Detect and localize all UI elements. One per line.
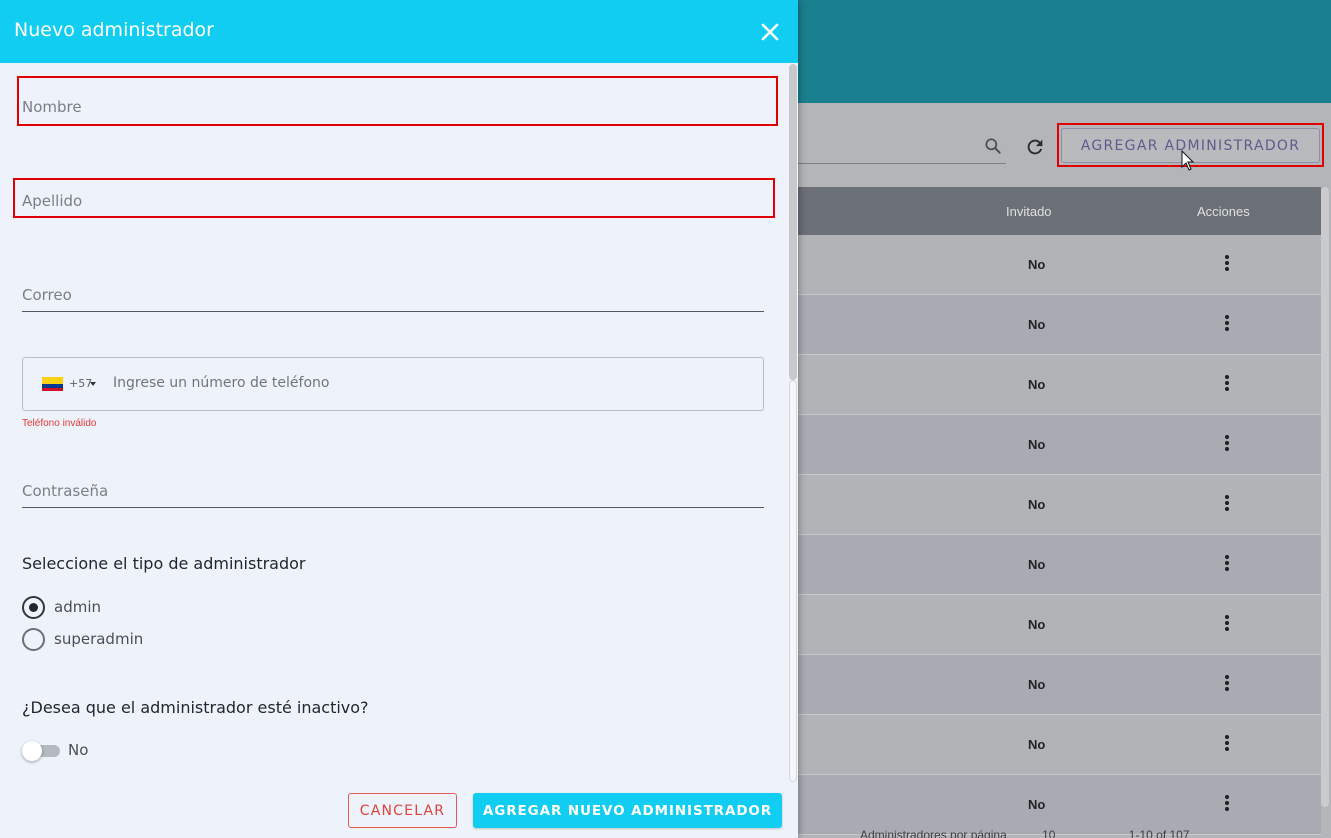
nombre-field[interactable]: Nombre — [22, 80, 764, 124]
dialog-title: Nuevo administrador — [14, 19, 214, 41]
cell-invitado: No — [1028, 497, 1046, 512]
pagination-range: 1-10 of 107 — [1128, 828, 1190, 838]
more-vert-icon[interactable] — [1222, 615, 1232, 635]
password-label: Contraseña — [22, 482, 109, 500]
cell-invitado: No — [1028, 437, 1046, 452]
phone-field[interactable]: +57 — [22, 357, 764, 411]
cell-invitado: No — [1028, 797, 1046, 812]
more-vert-icon[interactable] — [1222, 375, 1232, 395]
radio-superadmin[interactable]: superadmin — [22, 627, 143, 651]
column-header-invitado: Invitado — [1006, 204, 1052, 219]
table-row[interactable]: No — [798, 355, 1321, 415]
inactive-toggle[interactable] — [22, 740, 62, 762]
more-vert-icon[interactable] — [1222, 735, 1232, 755]
phone-input[interactable] — [113, 375, 713, 391]
chevron-down-icon[interactable] — [90, 382, 96, 386]
cell-invitado: No — [1028, 257, 1046, 272]
radio-admin[interactable]: admin — [22, 595, 101, 619]
more-vert-icon[interactable] — [1222, 555, 1232, 575]
search-icon[interactable] — [983, 136, 1003, 156]
radio-unchecked-icon[interactable] — [22, 627, 45, 651]
table-row[interactable]: No — [798, 415, 1321, 475]
refresh-icon[interactable] — [1024, 136, 1046, 158]
table-body: No No No No No No No No No No — [798, 235, 1321, 835]
password-field[interactable]: Contraseña — [22, 476, 764, 508]
more-vert-icon[interactable] — [1222, 255, 1232, 275]
table-pagination: Administradores por página 10 1-10 of 10… — [860, 828, 1190, 838]
cell-invitado: No — [1028, 377, 1046, 392]
table-row[interactable]: No — [798, 235, 1321, 295]
table-row[interactable]: No — [798, 295, 1321, 355]
phone-error-message: Teléfono inválido — [22, 418, 97, 429]
dial-code[interactable]: +57 — [69, 377, 92, 390]
more-vert-icon[interactable] — [1222, 795, 1232, 815]
table-row[interactable]: No — [798, 535, 1321, 595]
cell-invitado: No — [1028, 737, 1046, 752]
table-row[interactable]: No — [798, 655, 1321, 715]
new-admin-dialog: Nuevo administrador Nombre Apellido Corr… — [0, 0, 798, 838]
table-row[interactable]: No — [798, 595, 1321, 655]
dialog-header: Nuevo administrador — [0, 0, 798, 63]
password-underline — [22, 507, 764, 508]
correo-label: Correo — [22, 286, 72, 304]
table-scrollbar[interactable] — [1321, 187, 1329, 807]
cell-invitado: No — [1028, 557, 1046, 572]
admin-type-title: Seleccione el tipo de administrador — [22, 554, 306, 573]
inactive-question: ¿Desea que el administrador esté inactiv… — [22, 698, 369, 717]
add-new-admin-button[interactable]: AGREGAR NUEVO ADMINISTRADOR — [473, 793, 782, 828]
rows-per-page-select[interactable]: 10 — [1042, 828, 1055, 838]
radio-admin-label: admin — [54, 598, 101, 616]
colombia-flag-icon[interactable] — [42, 377, 63, 391]
cell-invitado: No — [1028, 677, 1046, 692]
more-vert-icon[interactable] — [1222, 315, 1232, 335]
dialog-scrollbar-track[interactable] — [789, 380, 797, 782]
radio-superadmin-label: superadmin — [54, 630, 144, 648]
correo-underline — [22, 311, 764, 312]
radio-checked-icon[interactable] — [22, 595, 45, 619]
cancel-button[interactable]: CANCELAR — [348, 793, 457, 828]
close-icon[interactable] — [758, 20, 782, 44]
more-vert-icon[interactable] — [1222, 495, 1232, 515]
correo-field[interactable]: Correo — [22, 280, 764, 312]
column-header-acciones: Acciones — [1197, 204, 1250, 219]
cell-invitado: No — [1028, 617, 1046, 632]
nombre-label: Nombre — [22, 98, 82, 116]
table-row[interactable]: No — [798, 475, 1321, 535]
table-row[interactable]: No — [798, 775, 1321, 835]
rows-per-page-label: Administradores por página — [860, 828, 1007, 838]
table-row[interactable]: No — [798, 715, 1321, 775]
more-vert-icon[interactable] — [1222, 675, 1232, 695]
inactive-toggle-label: No — [68, 741, 89, 759]
apellido-label: Apellido — [22, 192, 83, 210]
search-input[interactable] — [798, 163, 1006, 164]
dialog-scrollbar-thumb[interactable] — [789, 64, 797, 380]
apellido-field[interactable]: Apellido — [22, 180, 764, 218]
cell-invitado: No — [1028, 317, 1046, 332]
more-vert-icon[interactable] — [1222, 435, 1232, 455]
mouse-cursor-icon — [1181, 150, 1195, 171]
